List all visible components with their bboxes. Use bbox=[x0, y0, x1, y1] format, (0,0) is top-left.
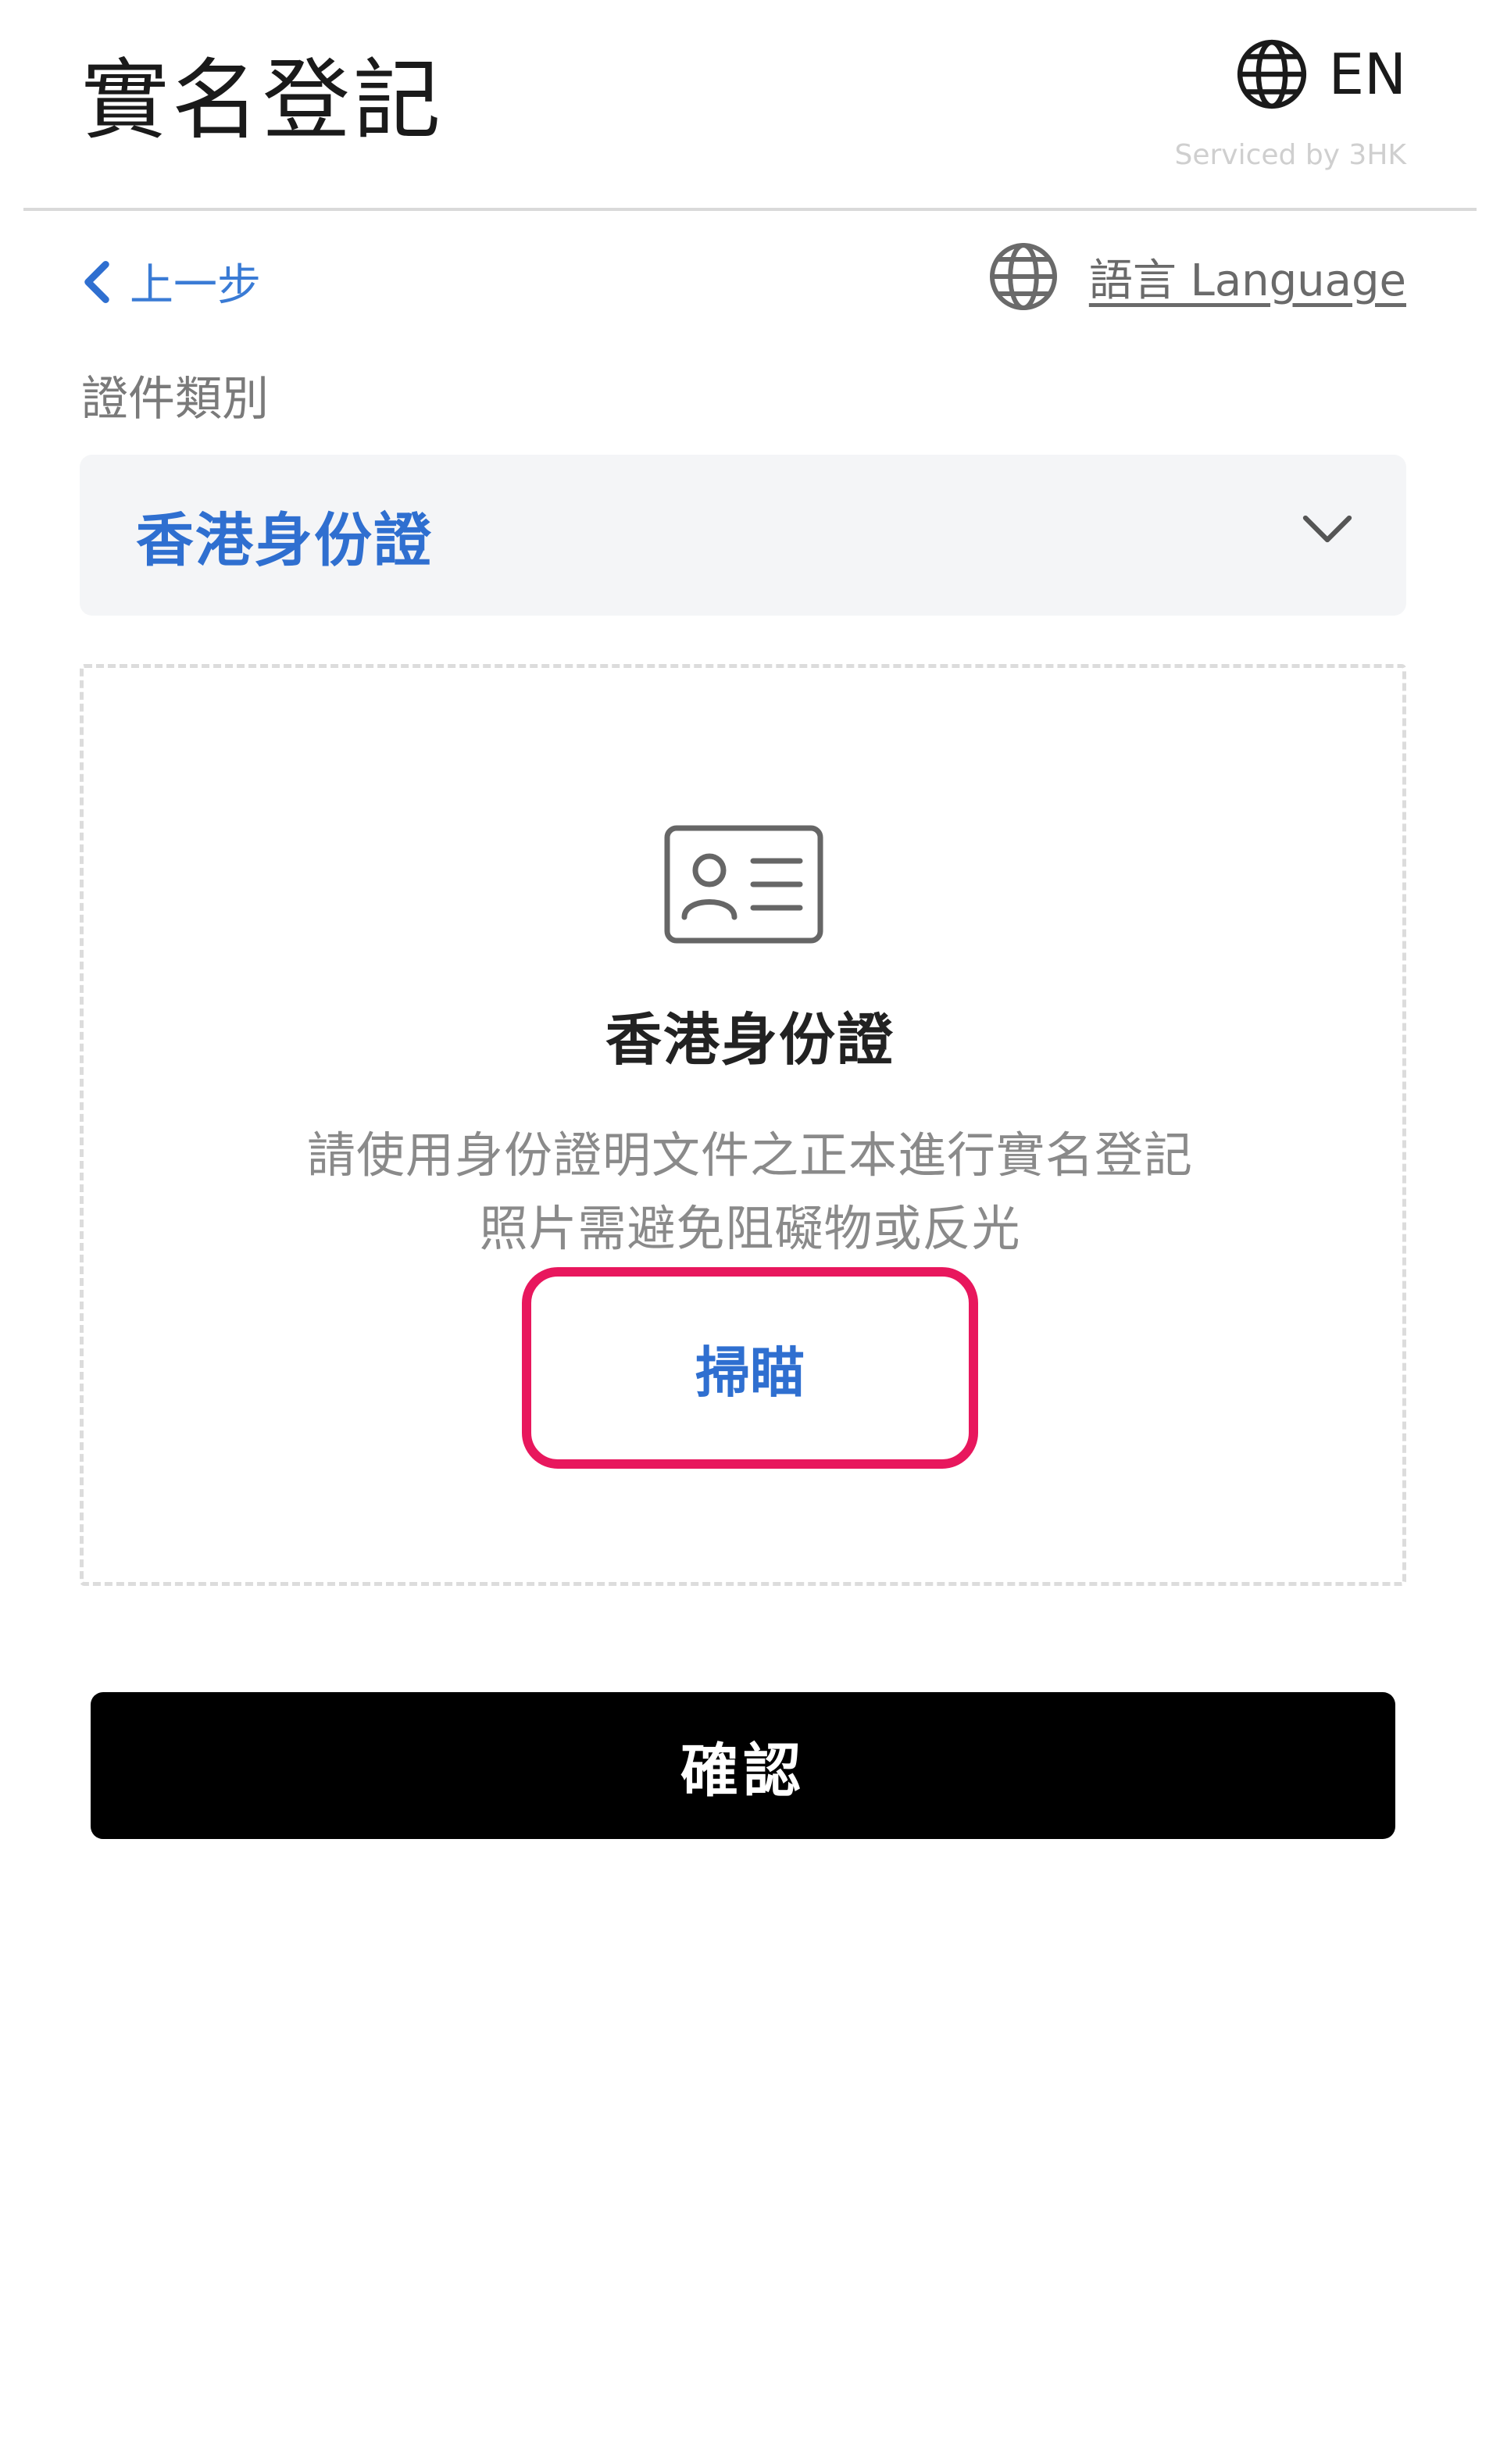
confirm-button[interactable]: 確認 bbox=[91, 1692, 1395, 1839]
language-code: EN bbox=[1328, 41, 1406, 107]
upload-instructions: 請使用身份證明文件之正本進行實名登記 照片需避免阻礙物或反光 bbox=[0, 1119, 1500, 1266]
language-switch-en[interactable]: EN bbox=[1234, 36, 1406, 112]
upload-instruction-line2: 照片需避免阻礙物或反光 bbox=[479, 1200, 1021, 1257]
document-type-label: 證件類別 bbox=[81, 372, 269, 427]
language-link[interactable]: 語言 Language bbox=[986, 239, 1406, 314]
serviced-by-text: Serviced by 3HK bbox=[1174, 139, 1406, 171]
chevron-down-icon bbox=[1302, 515, 1352, 543]
chevron-left-icon bbox=[84, 260, 109, 303]
upload-title: 香港身份證 bbox=[605, 1007, 895, 1073]
page-title: 實名登記 bbox=[81, 50, 444, 152]
document-type-value: 香港身份證 bbox=[136, 506, 433, 574]
confirm-button-label: 確認 bbox=[680, 1737, 805, 1805]
language-link-label: 語言 Language bbox=[1088, 255, 1406, 306]
globe-icon bbox=[989, 243, 1057, 310]
id-card-icon bbox=[664, 825, 823, 944]
scan-button[interactable]: 掃瞄 bbox=[522, 1267, 978, 1469]
globe-icon bbox=[1237, 39, 1306, 109]
scan-button-label: 掃瞄 bbox=[695, 1340, 805, 1405]
header-divider bbox=[23, 208, 1477, 211]
back-button[interactable]: 上一步 bbox=[81, 250, 261, 313]
back-label: 上一步 bbox=[130, 260, 261, 311]
upload-instruction-line1: 請使用身份證明文件之正本進行實名登記 bbox=[306, 1127, 1193, 1184]
document-type-select[interactable]: 香港身份證 bbox=[80, 455, 1406, 616]
